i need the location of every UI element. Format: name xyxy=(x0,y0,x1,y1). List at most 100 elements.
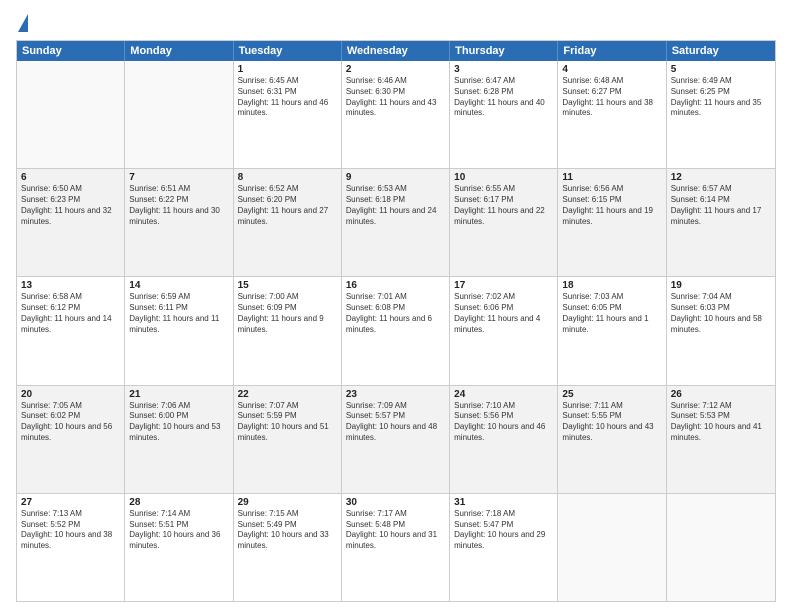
calendar-cell: 10Sunrise: 6:55 AM Sunset: 6:17 PM Dayli… xyxy=(450,169,558,276)
calendar-row: 13Sunrise: 6:58 AM Sunset: 6:12 PM Dayli… xyxy=(17,276,775,384)
calendar-cell: 1Sunrise: 6:45 AM Sunset: 6:31 PM Daylig… xyxy=(234,61,342,168)
calendar-row: 27Sunrise: 7:13 AM Sunset: 5:52 PM Dayli… xyxy=(17,493,775,601)
day-info: Sunrise: 7:06 AM Sunset: 6:00 PM Dayligh… xyxy=(129,401,228,444)
day-info: Sunrise: 7:05 AM Sunset: 6:02 PM Dayligh… xyxy=(21,401,120,444)
logo xyxy=(16,12,28,32)
day-number: 30 xyxy=(346,497,445,508)
day-info: Sunrise: 6:46 AM Sunset: 6:30 PM Dayligh… xyxy=(346,76,445,119)
day-info: Sunrise: 6:51 AM Sunset: 6:22 PM Dayligh… xyxy=(129,184,228,227)
day-number: 11 xyxy=(562,172,661,183)
calendar-cell: 13Sunrise: 6:58 AM Sunset: 6:12 PM Dayli… xyxy=(17,277,125,384)
calendar-header-day: Wednesday xyxy=(342,41,450,61)
day-number: 7 xyxy=(129,172,228,183)
calendar-cell-empty xyxy=(17,61,125,168)
day-number: 5 xyxy=(671,64,771,75)
day-info: Sunrise: 7:07 AM Sunset: 5:59 PM Dayligh… xyxy=(238,401,337,444)
calendar-cell-empty xyxy=(125,61,233,168)
day-info: Sunrise: 7:09 AM Sunset: 5:57 PM Dayligh… xyxy=(346,401,445,444)
day-number: 26 xyxy=(671,389,771,400)
day-info: Sunrise: 6:48 AM Sunset: 6:27 PM Dayligh… xyxy=(562,76,661,119)
calendar-cell: 5Sunrise: 6:49 AM Sunset: 6:25 PM Daylig… xyxy=(667,61,775,168)
day-number: 22 xyxy=(238,389,337,400)
calendar-header-day: Tuesday xyxy=(234,41,342,61)
calendar-cell: 31Sunrise: 7:18 AM Sunset: 5:47 PM Dayli… xyxy=(450,494,558,601)
calendar-header-day: Saturday xyxy=(667,41,775,61)
day-number: 19 xyxy=(671,280,771,291)
day-info: Sunrise: 7:11 AM Sunset: 5:55 PM Dayligh… xyxy=(562,401,661,444)
calendar-cell: 21Sunrise: 7:06 AM Sunset: 6:00 PM Dayli… xyxy=(125,386,233,493)
calendar-cell: 27Sunrise: 7:13 AM Sunset: 5:52 PM Dayli… xyxy=(17,494,125,601)
day-number: 4 xyxy=(562,64,661,75)
calendar-header: SundayMondayTuesdayWednesdayThursdayFrid… xyxy=(17,41,775,61)
calendar-row: 20Sunrise: 7:05 AM Sunset: 6:02 PM Dayli… xyxy=(17,385,775,493)
calendar-cell: 9Sunrise: 6:53 AM Sunset: 6:18 PM Daylig… xyxy=(342,169,450,276)
day-info: Sunrise: 6:59 AM Sunset: 6:11 PM Dayligh… xyxy=(129,292,228,335)
calendar-cell: 16Sunrise: 7:01 AM Sunset: 6:08 PM Dayli… xyxy=(342,277,450,384)
day-info: Sunrise: 6:53 AM Sunset: 6:18 PM Dayligh… xyxy=(346,184,445,227)
day-info: Sunrise: 6:52 AM Sunset: 6:20 PM Dayligh… xyxy=(238,184,337,227)
day-number: 1 xyxy=(238,64,337,75)
day-number: 29 xyxy=(238,497,337,508)
day-number: 24 xyxy=(454,389,553,400)
calendar-cell: 4Sunrise: 6:48 AM Sunset: 6:27 PM Daylig… xyxy=(558,61,666,168)
calendar-cell: 11Sunrise: 6:56 AM Sunset: 6:15 PM Dayli… xyxy=(558,169,666,276)
calendar-body: 1Sunrise: 6:45 AM Sunset: 6:31 PM Daylig… xyxy=(17,61,775,601)
calendar-header-day: Monday xyxy=(125,41,233,61)
day-number: 8 xyxy=(238,172,337,183)
calendar-cell: 30Sunrise: 7:17 AM Sunset: 5:48 PM Dayli… xyxy=(342,494,450,601)
day-number: 14 xyxy=(129,280,228,291)
calendar-header-day: Thursday xyxy=(450,41,558,61)
calendar-cell: 3Sunrise: 6:47 AM Sunset: 6:28 PM Daylig… xyxy=(450,61,558,168)
day-number: 3 xyxy=(454,64,553,75)
calendar-cell: 7Sunrise: 6:51 AM Sunset: 6:22 PM Daylig… xyxy=(125,169,233,276)
day-info: Sunrise: 6:55 AM Sunset: 6:17 PM Dayligh… xyxy=(454,184,553,227)
day-number: 15 xyxy=(238,280,337,291)
day-info: Sunrise: 6:58 AM Sunset: 6:12 PM Dayligh… xyxy=(21,292,120,335)
day-info: Sunrise: 6:50 AM Sunset: 6:23 PM Dayligh… xyxy=(21,184,120,227)
calendar-cell: 26Sunrise: 7:12 AM Sunset: 5:53 PM Dayli… xyxy=(667,386,775,493)
day-number: 10 xyxy=(454,172,553,183)
calendar-cell: 6Sunrise: 6:50 AM Sunset: 6:23 PM Daylig… xyxy=(17,169,125,276)
day-number: 31 xyxy=(454,497,553,508)
calendar-cell: 17Sunrise: 7:02 AM Sunset: 6:06 PM Dayli… xyxy=(450,277,558,384)
calendar-cell: 19Sunrise: 7:04 AM Sunset: 6:03 PM Dayli… xyxy=(667,277,775,384)
calendar-header-day: Sunday xyxy=(17,41,125,61)
calendar-header-day: Friday xyxy=(558,41,666,61)
day-number: 2 xyxy=(346,64,445,75)
day-number: 21 xyxy=(129,389,228,400)
day-info: Sunrise: 6:56 AM Sunset: 6:15 PM Dayligh… xyxy=(562,184,661,227)
day-info: Sunrise: 6:57 AM Sunset: 6:14 PM Dayligh… xyxy=(671,184,771,227)
day-info: Sunrise: 7:15 AM Sunset: 5:49 PM Dayligh… xyxy=(238,509,337,552)
day-info: Sunrise: 6:47 AM Sunset: 6:28 PM Dayligh… xyxy=(454,76,553,119)
day-number: 27 xyxy=(21,497,120,508)
calendar-cell: 25Sunrise: 7:11 AM Sunset: 5:55 PM Dayli… xyxy=(558,386,666,493)
calendar-cell: 8Sunrise: 6:52 AM Sunset: 6:20 PM Daylig… xyxy=(234,169,342,276)
day-number: 6 xyxy=(21,172,120,183)
calendar-cell: 29Sunrise: 7:15 AM Sunset: 5:49 PM Dayli… xyxy=(234,494,342,601)
day-number: 20 xyxy=(21,389,120,400)
day-info: Sunrise: 7:17 AM Sunset: 5:48 PM Dayligh… xyxy=(346,509,445,552)
calendar-cell: 15Sunrise: 7:00 AM Sunset: 6:09 PM Dayli… xyxy=(234,277,342,384)
day-number: 23 xyxy=(346,389,445,400)
calendar-cell: 28Sunrise: 7:14 AM Sunset: 5:51 PM Dayli… xyxy=(125,494,233,601)
header xyxy=(16,12,776,32)
day-info: Sunrise: 7:12 AM Sunset: 5:53 PM Dayligh… xyxy=(671,401,771,444)
day-info: Sunrise: 6:49 AM Sunset: 6:25 PM Dayligh… xyxy=(671,76,771,119)
day-info: Sunrise: 7:18 AM Sunset: 5:47 PM Dayligh… xyxy=(454,509,553,552)
calendar-cell: 18Sunrise: 7:03 AM Sunset: 6:05 PM Dayli… xyxy=(558,277,666,384)
day-number: 9 xyxy=(346,172,445,183)
calendar-cell: 14Sunrise: 6:59 AM Sunset: 6:11 PM Dayli… xyxy=(125,277,233,384)
day-number: 16 xyxy=(346,280,445,291)
day-info: Sunrise: 7:10 AM Sunset: 5:56 PM Dayligh… xyxy=(454,401,553,444)
logo-triangle-icon xyxy=(18,14,28,32)
day-number: 18 xyxy=(562,280,661,291)
day-info: Sunrise: 6:45 AM Sunset: 6:31 PM Dayligh… xyxy=(238,76,337,119)
calendar-cell: 20Sunrise: 7:05 AM Sunset: 6:02 PM Dayli… xyxy=(17,386,125,493)
day-number: 25 xyxy=(562,389,661,400)
calendar-cell: 12Sunrise: 6:57 AM Sunset: 6:14 PM Dayli… xyxy=(667,169,775,276)
calendar-cell: 2Sunrise: 6:46 AM Sunset: 6:30 PM Daylig… xyxy=(342,61,450,168)
calendar-row: 6Sunrise: 6:50 AM Sunset: 6:23 PM Daylig… xyxy=(17,168,775,276)
calendar-cell: 24Sunrise: 7:10 AM Sunset: 5:56 PM Dayli… xyxy=(450,386,558,493)
day-number: 13 xyxy=(21,280,120,291)
day-info: Sunrise: 7:03 AM Sunset: 6:05 PM Dayligh… xyxy=(562,292,661,335)
